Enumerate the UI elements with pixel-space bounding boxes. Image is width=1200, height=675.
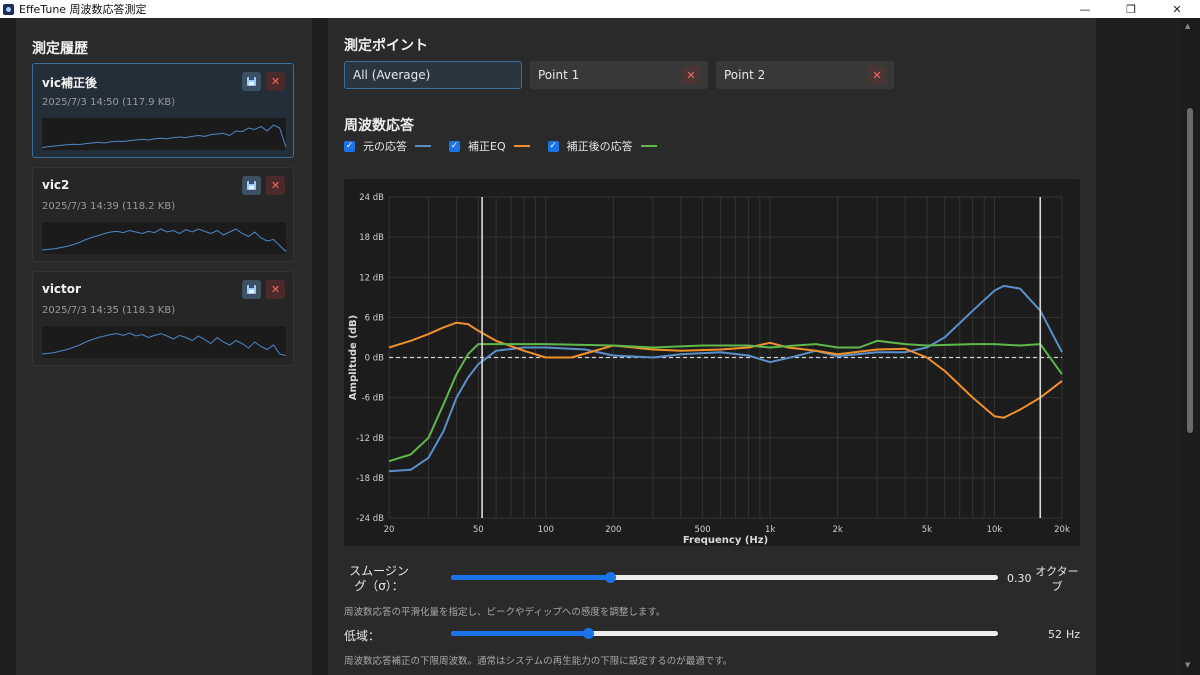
smoothing-help: 周波数応答の平滑化量を指定し、ピークやディップへの感度を調整します。 (344, 607, 666, 618)
checkbox-corrected[interactable]: ✓ (547, 140, 559, 152)
low-band-value: 52 (1048, 628, 1062, 641)
checkbox-original[interactable]: ✓ (344, 140, 355, 152)
close-window-button[interactable]: ✕ (1154, 0, 1200, 18)
sparkline-trace (42, 228, 286, 252)
smoothing-value: 0.30 (1007, 572, 1032, 585)
sparkline-trace (42, 124, 286, 148)
x-tick-label: 200 (605, 525, 621, 535)
y-axis-label: Amplitude (dB) (348, 315, 359, 400)
scroll-down-icon[interactable]: ▼ (1185, 661, 1190, 669)
slider-fill (451, 631, 588, 636)
scroll-up-icon[interactable]: ▲ (1185, 22, 1190, 30)
smoothing-slider[interactable] (451, 572, 998, 583)
history-sidebar: 測定履歴 vic補正後 2025/7/3 14:50 (117.9 KB) ✕ … (16, 18, 312, 675)
history-item-meta: 2025/7/3 14:50 (117.9 KB) (42, 97, 176, 108)
slider-handle[interactable] (582, 628, 594, 639)
save-icon[interactable] (242, 176, 261, 195)
points-title: 測定ポイント (344, 38, 428, 54)
history-item-vic-corrected[interactable]: vic補正後 2025/7/3 14:50 (117.9 KB) ✕ (32, 63, 294, 158)
scrollbar-thumb[interactable] (1187, 108, 1193, 433)
page-scrollbar[interactable]: ▲ ▼ (1180, 18, 1200, 675)
legend-swatch (415, 145, 431, 147)
y-tick-label: -12 dB (356, 434, 384, 444)
low-band-label: 低域： (344, 629, 381, 643)
save-icon[interactable] (242, 72, 261, 91)
history-sparkline (42, 326, 286, 358)
window-title: EffeTune 周波数応答測定 (19, 3, 147, 16)
response-title: 周波数応答 (344, 118, 414, 134)
save-icon[interactable] (242, 280, 261, 299)
history-item-victor[interactable]: victor 2025/7/3 14:35 (118.3 KB) ✕ (32, 271, 294, 366)
x-tick-label: 100 (538, 525, 554, 535)
legend-swatch (640, 145, 657, 147)
measurement-panel: 測定ポイント All (Average) Point 1 ✕ Point 2 ✕… (328, 18, 1096, 675)
series-line-2 (388, 339, 1063, 463)
frequency-response-chart[interactable]: 24 dB 18 dB 12 dB 6 dB 0 dB -6 dB -12 dB -18 dB… (344, 179, 1080, 546)
window-titlebar: EffeTune 周波数応答測定 — ❐ ✕ (0, 0, 1200, 18)
smoothing-label: スムージング（σ）： (349, 564, 409, 593)
history-sparkline (42, 118, 286, 150)
tab-point-2[interactable]: Point 2 ✕ (716, 61, 894, 89)
tab-point-1[interactable]: Point 1 ✕ (530, 61, 708, 89)
history-item-vic2[interactable]: vic2 2025/7/3 14:39 (118.2 KB) ✕ (32, 167, 294, 262)
y-tick-label: 6 dB (365, 313, 385, 323)
tab-all-average[interactable]: All (Average) (344, 61, 522, 89)
low-band-slider[interactable] (451, 628, 998, 639)
legend-label: 補正後の応答 (566, 140, 633, 153)
x-tick-label: 500 (694, 525, 710, 535)
app-icon (3, 3, 14, 15)
close-icon[interactable]: ✕ (682, 66, 700, 84)
y-tick-label: -6 dB (362, 394, 385, 404)
history-item-name: vic補正後 (42, 76, 98, 90)
x-tick-label: 5k (922, 525, 932, 535)
sparkline-trace (42, 332, 286, 356)
smoothing-unit: オクターブ (1035, 565, 1079, 593)
legend-item-eq[interactable]: ✓ 補正EQ (449, 138, 530, 154)
low-band-unit: Hz (1066, 628, 1081, 641)
history-title: 測定履歴 (32, 41, 88, 57)
low-band-help: 周波数応答補正の下限周波数。通常はシステムの再生能力の下限に設定するのが最適です… (344, 656, 733, 667)
minimize-button[interactable]: — (1062, 0, 1108, 18)
legend-item-original[interactable]: ✓ 元の応答 (344, 138, 431, 154)
x-tick-label: 20 (384, 525, 395, 535)
x-tick-label: 10k (987, 525, 1003, 535)
legend-label: 補正EQ (468, 140, 506, 153)
history-item-name: vic2 (42, 178, 70, 192)
y-tick-label: -18 dB (356, 474, 384, 484)
close-icon[interactable]: ✕ (868, 66, 886, 84)
slider-handle[interactable] (604, 572, 616, 583)
y-tick-label: 0 dB (365, 354, 385, 364)
history-item-meta: 2025/7/3 14:39 (118.2 KB) (42, 201, 176, 212)
history-sparkline (42, 222, 286, 254)
series-line-1 (388, 321, 1063, 419)
x-tick-label: 20k (1054, 525, 1070, 535)
history-item-meta: 2025/7/3 14:35 (118.3 KB) (42, 305, 176, 316)
checkbox-eq[interactable]: ✓ (449, 140, 460, 152)
close-icon[interactable]: ✕ (266, 176, 285, 195)
slider-fill (451, 575, 610, 580)
chart-svg: 24 dB 18 dB 12 dB 6 dB 0 dB -6 dB -12 dB -18 dB… (348, 193, 1070, 546)
history-item-name: victor (42, 282, 81, 296)
x-tick-label: 2k (832, 525, 842, 535)
y-tick-label: 18 dB (359, 233, 384, 243)
maximize-button[interactable]: ❐ (1108, 0, 1154, 18)
x-tick-label: 1k (765, 525, 775, 535)
y-tick-label: -24 dB (356, 514, 384, 524)
y-tick-label: 12 dB (359, 273, 384, 283)
series-line-0 (388, 284, 1063, 473)
x-axis-label: Frequency (Hz) (683, 535, 768, 546)
close-icon[interactable]: ✕ (266, 72, 285, 91)
y-tick-label: 24 dB (359, 193, 384, 203)
legend-item-corrected[interactable]: ✓ 補正後の応答 (547, 138, 657, 154)
close-icon[interactable]: ✕ (266, 280, 285, 299)
series-legend: ✓ 元の応答 ✓ 補正EQ ✓ 補正後の応答 (344, 138, 675, 154)
tab-label: Point 1 (538, 68, 580, 82)
x-tick-label: 50 (473, 525, 484, 535)
tab-label: Point 2 (724, 68, 766, 82)
legend-label: 元の応答 (363, 140, 407, 153)
tab-label: All (Average) (353, 68, 431, 82)
legend-swatch (513, 145, 530, 147)
